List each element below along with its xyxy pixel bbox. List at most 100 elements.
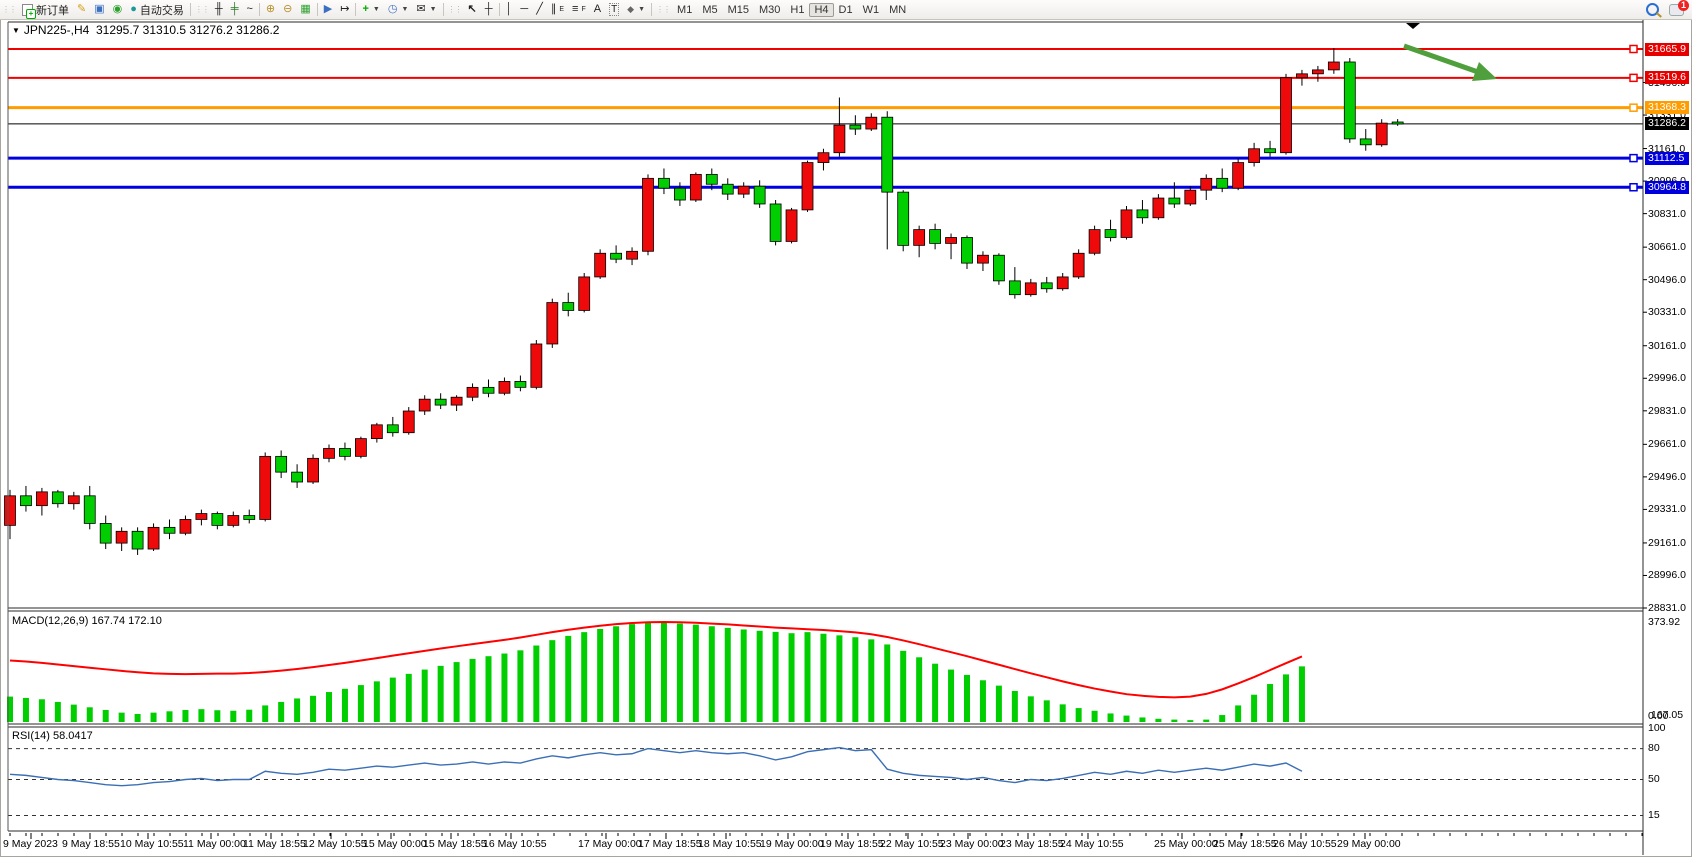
horizontal-line-tool[interactable]: ─ — [516, 1, 532, 18]
search-icon[interactable] — [1646, 3, 1659, 16]
hline-objects[interactable] — [8, 46, 1643, 191]
timeframe-button-d1[interactable]: D1 — [834, 3, 858, 17]
price-badge: 31368.3 — [1645, 101, 1689, 114]
signal-button[interactable]: ◉ — [109, 1, 127, 18]
timeframe-button-m5[interactable]: M5 — [697, 3, 722, 17]
price-tick-label: 28831.0 — [1648, 602, 1686, 614]
zoom-out-button[interactable]: ⊖ — [279, 1, 296, 18]
time-tick-label: 11 May 18:55 — [243, 838, 306, 850]
price-badge: 31286.2 — [1645, 117, 1689, 130]
time-tick-label: 10 May 10:55 — [120, 838, 184, 850]
zoom-in-button[interactable]: ⊕ — [262, 1, 279, 18]
trendline-tool[interactable]: ╱ — [532, 1, 547, 18]
new-order-icon: + — [22, 4, 33, 16]
time-tick-label: 17 May 18:55 — [638, 838, 702, 850]
indicators-icon: + — [362, 4, 368, 15]
time-tick-label: 22 May 10:55 — [880, 838, 944, 850]
timeframe-group: M1M5M15M30H1H4D1W1MN — [672, 3, 911, 17]
arrows-tool[interactable]: ◆▼ — [623, 1, 649, 18]
chart-shift-icon: ↦ — [340, 4, 349, 15]
highlighter-button[interactable]: ✎ — [73, 1, 90, 18]
periods-button[interactable]: ◷▼ — [384, 1, 413, 18]
timeframe-button-m30[interactable]: M30 — [754, 3, 785, 17]
chart-canvas[interactable] — [0, 0, 1692, 857]
window-icon: ▣ — [94, 4, 104, 15]
price-tick-label: 30161.0 — [1648, 340, 1686, 352]
annotation-layer[interactable] — [1404, 23, 1497, 81]
timeframe-button-m1[interactable]: M1 — [672, 3, 697, 17]
separator — [499, 3, 500, 16]
toolbar-grip: ⋮⋮ — [448, 5, 462, 14]
chart-shift-button[interactable]: ↦ — [336, 1, 353, 18]
timeframe-button-w1[interactable]: W1 — [858, 3, 885, 17]
window-button[interactable]: ▣ — [90, 1, 108, 18]
cursor-tool-button[interactable]: ↖ — [464, 1, 481, 18]
clock-icon: ◷ — [388, 4, 398, 15]
crosshair-tool-button[interactable]: ┼ — [481, 1, 497, 18]
templates-button[interactable]: ✉▼ — [412, 1, 440, 18]
cursor-icon: ↖ — [468, 4, 477, 15]
indicators-button[interactable]: +▼ — [358, 1, 383, 18]
timeframe-button-h4[interactable]: H4 — [809, 3, 833, 17]
timeframe-button-h1[interactable]: H1 — [785, 3, 809, 17]
candle-chart-button[interactable]: ╪ — [227, 1, 243, 18]
chart-symbol-title: ▼JPN225-,H4 31295.7 31310.5 31276.2 3128… — [10, 23, 281, 37]
rsi-level-label: 15 — [1648, 809, 1660, 821]
text-tool[interactable]: A — [590, 1, 605, 18]
timeframe-button-m15[interactable]: M15 — [723, 3, 754, 17]
auto-trading-button[interactable]: ● 自动交易 — [126, 1, 188, 18]
separator — [259, 3, 260, 16]
price-tick-label: 29661.0 — [1648, 438, 1686, 450]
auto-scroll-button[interactable]: ▶ — [320, 1, 336, 18]
channel-sub-label: E — [559, 6, 564, 13]
ohlc-values-label: 31295.7 31310.5 31276.2 31286.2 — [96, 23, 280, 37]
fibonacci-tool[interactable]: ≡F — [568, 1, 590, 18]
fibo-sub-label: F — [581, 6, 585, 13]
channel-tool[interactable]: ∥E — [547, 1, 568, 18]
text-label-tool[interactable]: T — [605, 1, 623, 18]
toolbar-grip: ⋮⋮ — [195, 5, 209, 14]
time-tick-label: 24 May 10:55 — [1060, 838, 1124, 850]
time-tick-label: 26 May 10:55 — [1273, 838, 1337, 850]
trend-arrow-head — [1472, 62, 1497, 81]
time-tick-label: 17 May 00:00 — [578, 838, 642, 850]
time-tick-label: 23 May 00:00 — [940, 838, 1004, 850]
time-tick-label: 25 May 18:55 — [1213, 838, 1277, 850]
new-order-button[interactable]: + 新订单 — [18, 1, 73, 18]
vertical-line-tool[interactable]: │ — [502, 1, 517, 18]
trading-terminal-window: { "toolbar": { "new_order_label": "新订单",… — [0, 0, 1692, 857]
text-label-icon: T — [609, 3, 619, 16]
candle-chart-icon: ╪ — [231, 4, 239, 15]
price-tick-label: 29831.0 — [1648, 405, 1686, 417]
zoom-out-icon: ⊖ — [283, 4, 292, 15]
auto-scroll-icon: ▶ — [324, 4, 332, 15]
zoom-in-icon: ⊕ — [266, 4, 275, 15]
end-of-data-marker — [1406, 23, 1420, 29]
toolbar-right-group: 1 — [1646, 3, 1692, 16]
time-tick-label: 19 May 00:00 — [760, 838, 824, 850]
separator — [651, 3, 652, 16]
chevron-down-icon: ▼ — [373, 6, 380, 13]
tile-windows-button[interactable]: ▦ — [296, 1, 314, 18]
chevron-down-icon: ▼ — [638, 6, 645, 13]
bar-chart-button[interactable]: ╫ — [211, 1, 227, 18]
price-badge: 31519.6 — [1645, 71, 1689, 84]
horizontal-line-icon: ─ — [520, 4, 528, 15]
rsi-level-label: 80 — [1648, 742, 1660, 754]
collapse-triangle-icon[interactable]: ▼ — [12, 26, 20, 35]
chat-icon[interactable]: 1 — [1669, 4, 1684, 16]
time-tick-label: 16 May 10:55 — [483, 838, 547, 850]
vertical-line-icon: │ — [506, 4, 513, 15]
text-icon: A — [594, 4, 601, 15]
line-chart-button[interactable]: ~ — [242, 1, 256, 18]
pane-borders — [8, 20, 1647, 855]
rsi-level-label: 100 — [1648, 722, 1666, 734]
timeframe-button-mn[interactable]: MN — [884, 3, 911, 17]
price-badge: 31665.9 — [1645, 43, 1689, 56]
signal-icon: ◉ — [113, 4, 123, 15]
price-tick-label: 30496.0 — [1648, 274, 1686, 286]
time-tick-label: 18 May 10:55 — [698, 838, 762, 850]
rsi-level-label: 50 — [1648, 773, 1660, 785]
time-tick-label: 25 May 00:00 — [1154, 838, 1218, 850]
fibonacci-icon: ≡ — [572, 4, 578, 15]
